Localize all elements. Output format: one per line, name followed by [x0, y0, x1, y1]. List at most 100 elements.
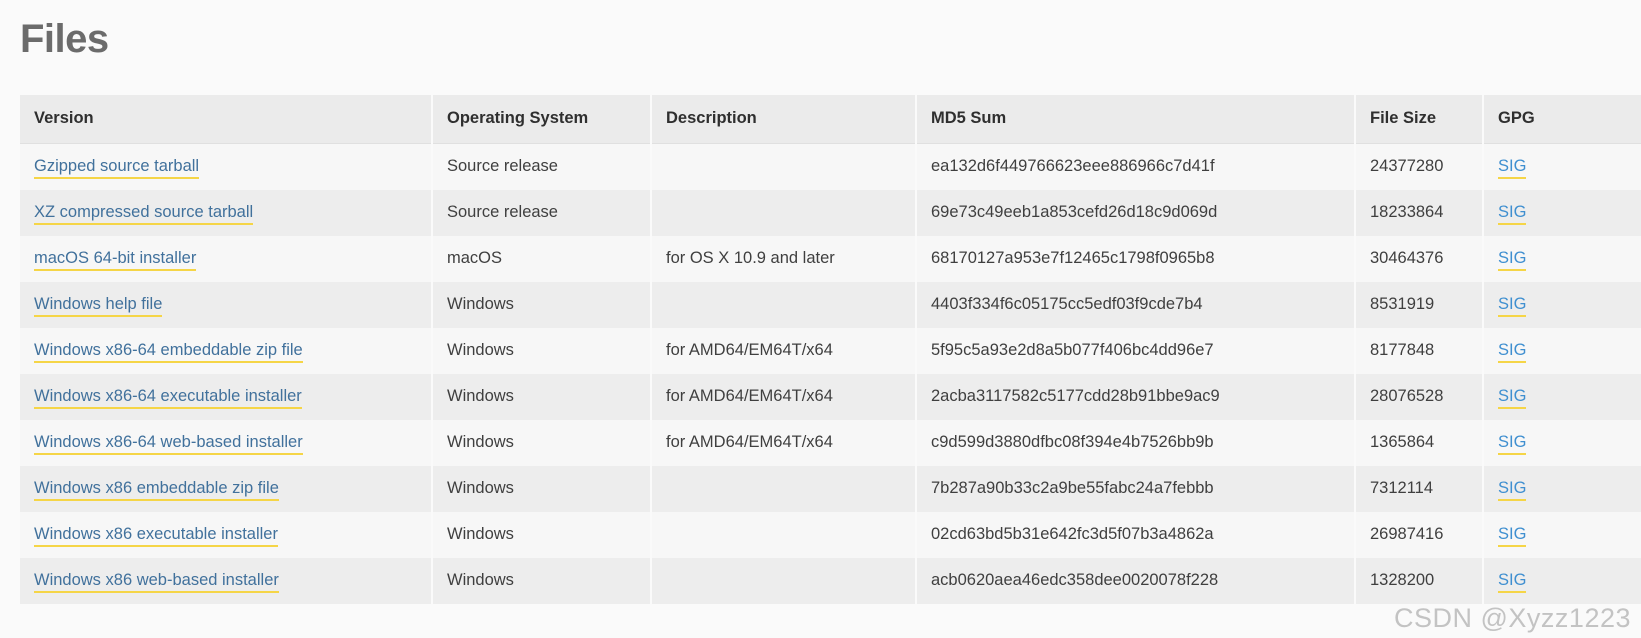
gpg-cell: SIG: [1483, 466, 1641, 512]
operating-system-cell: Source release: [432, 143, 652, 190]
version-cell: XZ compressed source tarball: [20, 190, 433, 236]
md5-sum-cell: 2acba3117582c5177cdd28b91bbe9ac9: [916, 374, 1356, 420]
column-header-os: Operating System: [432, 95, 652, 144]
table-row: Windows x86-64 embeddable zip file Window…: [20, 328, 1641, 374]
version-cell: Windows x86-64 embeddable zip file: [20, 328, 433, 374]
operating-system-cell: Windows: [432, 282, 652, 328]
gpg-signature-link[interactable]: SIG: [1498, 295, 1527, 317]
version-cell: macOS 64-bit installer: [20, 236, 433, 282]
table-header-row: Version Operating System Description MD5…: [20, 95, 1641, 144]
table-row: Windows x86-64 web-based installer Window…: [20, 420, 1641, 466]
description-cell: for OS X 10.9 and later: [651, 236, 917, 282]
operating-system-cell: macOS: [432, 236, 652, 282]
version-cell: Windows x86-64 web-based installer: [20, 420, 433, 466]
table-row: Windows x86-64 executable installer Windo…: [20, 374, 1641, 420]
operating-system-cell: Windows: [432, 558, 652, 604]
gpg-signature-link[interactable]: SIG: [1498, 249, 1527, 271]
operating-system-cell: Windows: [432, 512, 652, 558]
gpg-signature-link[interactable]: SIG: [1498, 157, 1527, 179]
operating-system-cell: Windows: [432, 328, 652, 374]
gpg-cell: SIG: [1483, 512, 1641, 558]
gpg-signature-link[interactable]: SIG: [1498, 479, 1527, 501]
table-row: Windows x86 web-based installer Windows ac…: [20, 558, 1641, 604]
download-link[interactable]: Windows x86-64 web-based installer: [34, 433, 303, 455]
gpg-signature-link[interactable]: SIG: [1498, 433, 1527, 455]
version-cell: Windows x86 web-based installer: [20, 558, 433, 604]
operating-system-cell: Windows: [432, 374, 652, 420]
description-cell: [651, 466, 917, 512]
download-link[interactable]: Windows x86 web-based installer: [34, 571, 279, 593]
column-header-description: Description: [651, 95, 917, 144]
column-header-gpg: GPG: [1483, 95, 1641, 144]
file-size-cell: 1328200: [1355, 558, 1484, 604]
file-size-cell: 18233864: [1355, 190, 1484, 236]
table-row: Gzipped source tarball Source release ea13…: [20, 143, 1641, 190]
download-link[interactable]: Gzipped source tarball: [34, 157, 200, 179]
gpg-signature-link[interactable]: SIG: [1498, 525, 1527, 547]
md5-sum-cell: ea132d6f449766623eee886966c7d41f: [916, 143, 1356, 190]
download-link[interactable]: Windows x86 embeddable zip file: [34, 479, 279, 501]
description-cell: [651, 143, 917, 190]
md5-sum-cell: acb0620aea46edc358dee0020078f228: [916, 558, 1356, 604]
table-header: Version Operating System Description MD5…: [20, 95, 1641, 144]
version-cell: Windows x86 embeddable zip file: [20, 466, 433, 512]
md5-sum-cell: 02cd63bd5b31e642fc3d5f07b3a4862a: [916, 512, 1356, 558]
gpg-cell: SIG: [1483, 558, 1641, 604]
download-link[interactable]: Windows help file: [34, 295, 163, 317]
column-header-version: Version: [20, 95, 433, 144]
gpg-cell: SIG: [1483, 236, 1641, 282]
files-table: Version Operating System Description MD5…: [20, 95, 1641, 604]
description-cell: for AMD64/EM64T/x64: [651, 374, 917, 420]
md5-sum-cell: 7b287a90b33c2a9be55fabc24a7febbb: [916, 466, 1356, 512]
file-size-cell: 30464376: [1355, 236, 1484, 282]
gpg-cell: SIG: [1483, 328, 1641, 374]
download-link[interactable]: Windows x86 executable installer: [34, 525, 278, 547]
description-cell: [651, 190, 917, 236]
table-row: Windows help file Windows 4403f334f6c05175…: [20, 282, 1641, 328]
file-size-cell: 8177848: [1355, 328, 1484, 374]
gpg-cell: SIG: [1483, 190, 1641, 236]
table-row: macOS 64-bit installer macOS for OS X 10.9…: [20, 236, 1641, 282]
description-cell: [651, 512, 917, 558]
file-size-cell: 8531919: [1355, 282, 1484, 328]
gpg-signature-link[interactable]: SIG: [1498, 387, 1527, 409]
download-link[interactable]: Windows x86-64 embeddable zip file: [34, 341, 303, 363]
operating-system-cell: Source release: [432, 190, 652, 236]
gpg-signature-link[interactable]: SIG: [1498, 341, 1527, 363]
description-cell: for AMD64/EM64T/x64: [651, 420, 917, 466]
gpg-cell: SIG: [1483, 420, 1641, 466]
file-size-cell: 1365864: [1355, 420, 1484, 466]
table-body: Gzipped source tarball Source release ea13…: [20, 143, 1641, 604]
gpg-signature-link[interactable]: SIG: [1498, 203, 1527, 225]
md5-sum-cell: c9d599d3880dfbc08f394e4b7526bb9b: [916, 420, 1356, 466]
version-cell: Gzipped source tarball: [20, 143, 433, 190]
operating-system-cell: Windows: [432, 466, 652, 512]
description-cell: for AMD64/EM64T/x64: [651, 328, 917, 374]
file-size-cell: 24377280: [1355, 143, 1484, 190]
column-header-md5: MD5 Sum: [916, 95, 1356, 144]
description-cell: [651, 558, 917, 604]
md5-sum-cell: 5f95c5a93e2d8a5b077f406bc4dd96e7: [916, 328, 1356, 374]
description-cell: [651, 282, 917, 328]
operating-system-cell: Windows: [432, 420, 652, 466]
table-row: XZ compressed source tarball Source relea…: [20, 190, 1641, 236]
file-size-cell: 26987416: [1355, 512, 1484, 558]
csdn-watermark: CSDN @Xyzz1223: [1394, 603, 1631, 633]
page-title: Files: [20, 17, 109, 61]
table-row: Windows x86 executable installer Windows 0…: [20, 512, 1641, 558]
version-cell: Windows x86 executable installer: [20, 512, 433, 558]
version-cell: Windows help file: [20, 282, 433, 328]
files-table-container: Version Operating System Description MD5…: [20, 95, 1641, 604]
md5-sum-cell: 68170127a953e7f12465c1798f0965b8: [916, 236, 1356, 282]
md5-sum-cell: 4403f334f6c05175cc5edf03f9cde7b4: [916, 282, 1356, 328]
download-link[interactable]: macOS 64-bit installer: [34, 249, 197, 271]
file-size-cell: 7312114: [1355, 466, 1484, 512]
gpg-cell: SIG: [1483, 374, 1641, 420]
column-header-filesize: File Size: [1355, 95, 1484, 144]
download-link[interactable]: XZ compressed source tarball: [34, 203, 254, 225]
gpg-signature-link[interactable]: SIG: [1498, 571, 1527, 593]
table-row: Windows x86 embeddable zip file Windows 7b…: [20, 466, 1641, 512]
gpg-cell: SIG: [1483, 143, 1641, 190]
download-link[interactable]: Windows x86-64 executable installer: [34, 387, 302, 409]
gpg-cell: SIG: [1483, 282, 1641, 328]
